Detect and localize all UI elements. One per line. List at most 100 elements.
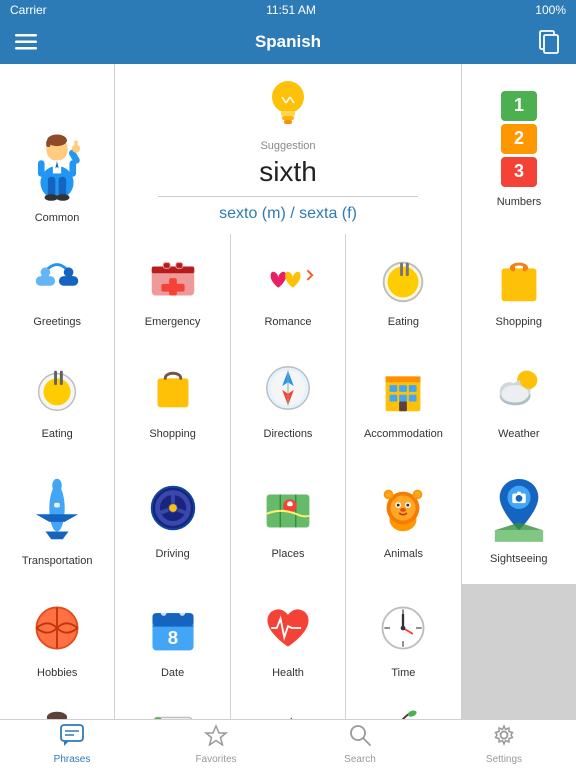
cat-colors[interactable]: Colors (231, 694, 345, 719)
date-svg-icon: 8 (145, 600, 201, 661)
cat-health-label: Health (272, 667, 304, 679)
places-svg-icon (259, 479, 317, 542)
cat-occupations[interactable]: Occupations (0, 694, 114, 719)
category-shopping[interactable]: Shopping (462, 234, 576, 344)
health-svg-icon (260, 600, 316, 661)
search-icon (349, 724, 371, 752)
main-content: Common Suggestion sixth sexto (m (0, 64, 576, 719)
romance-icon (258, 250, 318, 310)
driving-svg-icon (144, 479, 202, 542)
category-eating[interactable]: Eating (346, 234, 460, 344)
cat-sightseeing-label: Sightseeing (490, 553, 548, 565)
cat-date[interactable]: 8 Date (115, 584, 229, 694)
cat-sightseeing[interactable]: Sightseeing (462, 454, 576, 584)
transportation-svg-icon (28, 472, 86, 549)
cat-places[interactable]: Places (231, 454, 345, 584)
num-block-3: 3 (501, 157, 537, 187)
chat-icon (60, 724, 84, 752)
cat-eating[interactable]: Eating (0, 344, 114, 454)
cat-time[interactable]: Time (346, 584, 460, 694)
cat-hobbies[interactable]: Hobbies (0, 584, 114, 694)
tab-search[interactable]: Search (330, 724, 390, 765)
cat-shopping-label: Shopping (149, 428, 196, 440)
cat-directions[interactable]: Directions (231, 344, 345, 454)
time-label: 11:51 AM (266, 3, 316, 17)
tab-phrases[interactable]: Phrases (42, 724, 102, 765)
category-common[interactable]: Common (0, 64, 114, 234)
word-spanish: sexto (m) / sexta (f) (219, 205, 357, 223)
cat-driving[interactable]: Driving (115, 454, 229, 584)
row2-grid: Eating Shopping (0, 344, 576, 454)
tab-settings[interactable]: Settings (474, 724, 534, 765)
suggestion-label: Suggestion (260, 140, 315, 152)
cat-transportation[interactable]: Transportation (0, 454, 114, 584)
menu-icon[interactable] (12, 28, 40, 56)
tab-search-label: Search (344, 754, 376, 765)
greetings-label: Greetings (33, 316, 81, 328)
cat-weather-label: Weather (498, 428, 539, 440)
status-bar: Carrier 11:51 AM 100% (0, 0, 576, 20)
category-greetings[interactable]: Greetings (0, 234, 114, 344)
cat-accommodation[interactable]: Accommodation (346, 344, 460, 454)
card-icon[interactable] (536, 28, 564, 56)
battery-label: 100% (535, 3, 566, 17)
cat-animals-label: Animals (384, 548, 423, 560)
cat-driving-label: Driving (155, 548, 189, 560)
cat-date-label: Date (161, 667, 184, 679)
shopping-icon (489, 250, 549, 310)
numbers-label: Numbers (497, 196, 542, 208)
tab-favorites-label: Favorites (195, 754, 236, 765)
cat-accommodation-label: Accommodation (364, 428, 443, 440)
common-label: Common (35, 212, 80, 224)
emergency-icon (143, 250, 203, 310)
cat-transportation-label: Transportation (22, 555, 93, 567)
word-english: sixth (259, 156, 317, 188)
romance-label: Romance (264, 316, 311, 328)
occupations-svg-icon (29, 708, 85, 720)
studies-svg-icon: A (145, 710, 201, 720)
shopping-label: Shopping (496, 316, 543, 328)
emergency-label: Emergency (145, 316, 201, 328)
cat-fruits[interactable]: Fruits (346, 694, 460, 719)
tab-favorites[interactable]: Favorites (186, 724, 246, 765)
nav-title: Spanish (255, 32, 321, 52)
category-emergency[interactable]: Emergency (115, 234, 229, 344)
category-numbers[interactable]: 1 2 3 Numbers (462, 64, 576, 234)
num-block-1: 1 (501, 91, 537, 121)
directions-svg-icon (259, 359, 317, 422)
cat-eating-label: Eating (42, 428, 73, 440)
star-icon (204, 724, 228, 752)
word-divider (158, 196, 419, 197)
sightseeing-svg-icon (490, 474, 548, 547)
cat-places-label: Places (271, 548, 304, 560)
time-svg-icon (375, 600, 431, 661)
row5-grid: Occupations A S (0, 694, 576, 719)
greetings-icon (27, 250, 87, 310)
word-card[interactable]: Suggestion sixth sexto (m) / sexta (f) (115, 64, 461, 234)
hobbies-svg-icon (29, 600, 85, 661)
nav-bar: Spanish (0, 20, 576, 64)
cat-health[interactable]: Health (231, 584, 345, 694)
animals-svg-icon (374, 479, 432, 542)
cat-directions-label: Directions (264, 428, 313, 440)
cat-hobbies-label: Hobbies (37, 667, 77, 679)
accommodation-svg-icon (374, 359, 432, 422)
cat-studies[interactable]: A Studies (115, 694, 229, 719)
tab-bar: Phrases Favorites Search Settings (0, 719, 576, 768)
cat-time-label: Time (391, 667, 415, 679)
row4-grid: Hobbies 8 Date (0, 584, 576, 694)
fruits-svg-icon (375, 708, 431, 720)
tab-settings-label: Settings (486, 754, 522, 765)
top-section: Common Suggestion sixth sexto (m (0, 64, 576, 234)
num-block-2: 2 (501, 124, 537, 154)
category-romance[interactable]: Romance (231, 234, 345, 344)
eating-svg-icon (28, 359, 86, 422)
weather-svg-icon (490, 359, 548, 422)
colors-svg-icon (260, 710, 316, 720)
gear-icon (493, 724, 515, 752)
shopping-svg-icon (144, 359, 202, 422)
cat-weather[interactable]: Weather (462, 344, 576, 454)
categories-grid: Greetings Emergency (0, 234, 576, 344)
cat-animals[interactable]: Animals (346, 454, 460, 584)
cat-shopping[interactable]: Shopping (115, 344, 229, 454)
